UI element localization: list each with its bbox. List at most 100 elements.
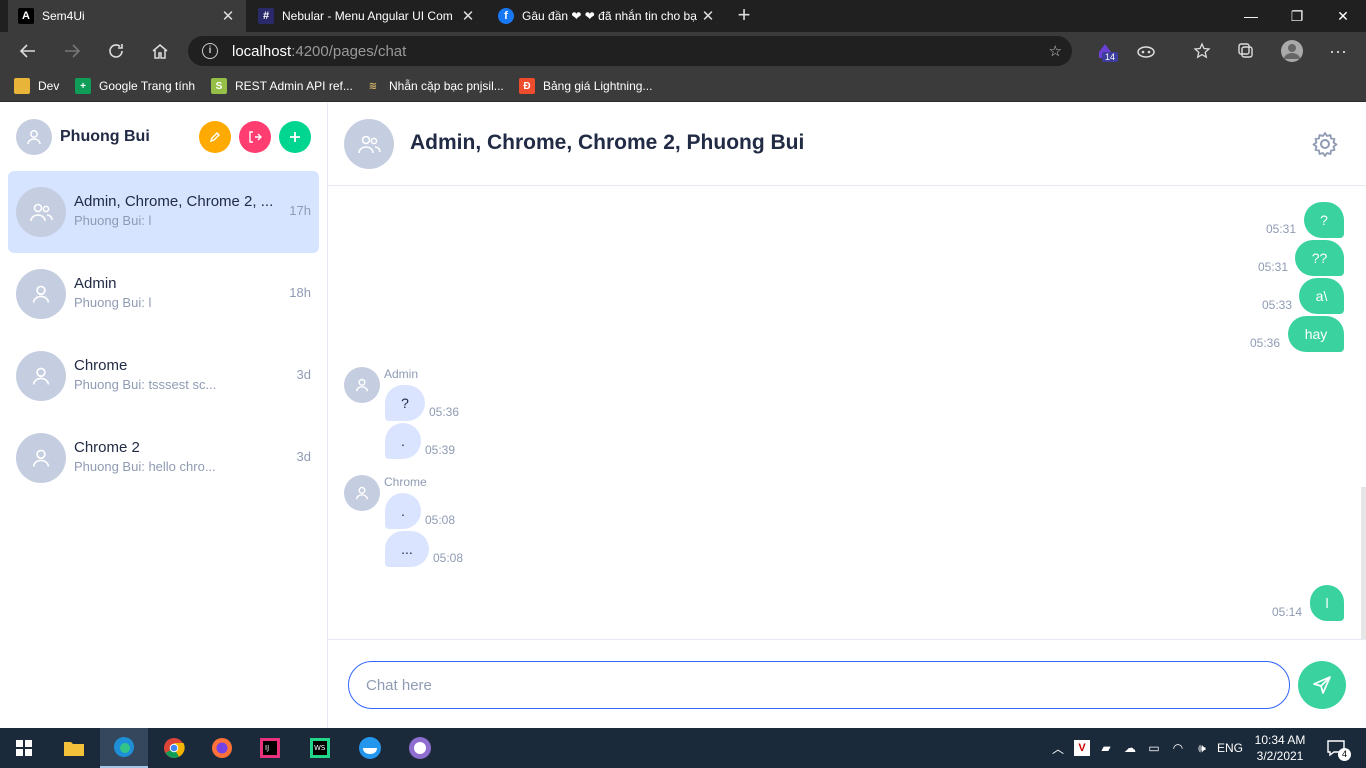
- conversation-item[interactable]: Admin, Chrome, Chrome 2, ... Phuong Bui:…: [8, 171, 319, 253]
- tray-overflow-icon[interactable]: ︿: [1048, 728, 1068, 768]
- tab-facebook[interactable]: f Gâu đần ❤ ❤ đã nhắn tin cho bạ ✕: [488, 0, 726, 32]
- shopify-icon: S: [211, 78, 227, 94]
- avatar: [16, 269, 66, 319]
- bookmark-google-sheets[interactable]: + Google Trang tính: [75, 76, 195, 96]
- tab-sem4ui[interactable]: A Sem4Ui ✕: [8, 0, 246, 32]
- cloud-game-icon: [1137, 46, 1155, 58]
- tab-nebular[interactable]: # Nebular - Menu Angular UI Com ✕: [248, 0, 486, 32]
- more-menu-button[interactable]: ···: [1324, 37, 1352, 65]
- docker-tray-icon[interactable]: ▰: [1096, 728, 1116, 768]
- onedrive-icon[interactable]: ☁: [1120, 728, 1140, 768]
- chat-title: Admin, Chrome, Chrome 2, Phuong Bui: [410, 131, 805, 154]
- angular-icon: A: [18, 8, 34, 24]
- taskbar-github-desktop[interactable]: [396, 728, 444, 768]
- chat-panel: Admin, Chrome, Chrome 2, Phuong Bui 05:3…: [328, 103, 1366, 728]
- send-icon: [1313, 676, 1331, 694]
- conversation-item[interactable]: Admin Phuong Bui: l 18h: [8, 253, 319, 335]
- tab-title: Gâu đần ❤ ❤ đã nhắn tin cho bạ: [522, 9, 697, 23]
- people-icon: [30, 203, 53, 222]
- add-favorite-icon[interactable]: ☆: [1049, 42, 1062, 60]
- incoming-message: .: [385, 423, 421, 459]
- close-icon[interactable]: ✕: [220, 7, 236, 25]
- wifi-icon[interactable]: ◠: [1168, 728, 1188, 768]
- refresh-button[interactable]: [102, 37, 130, 65]
- bookmark-label: Bảng giá Lightning...: [543, 79, 653, 93]
- intellij-icon: IJ: [260, 738, 280, 758]
- close-icon[interactable]: ✕: [460, 7, 476, 25]
- clock-date: 3/2/2021: [1256, 749, 1304, 763]
- collections-button[interactable]: [1232, 37, 1260, 65]
- favorites-button[interactable]: [1188, 37, 1216, 65]
- new-tab-button[interactable]: +: [732, 4, 756, 28]
- forward-button[interactable]: [58, 37, 86, 65]
- collections-icon: [1238, 43, 1253, 58]
- message-time: 05:08: [425, 513, 456, 527]
- info-icon[interactable]: i: [202, 43, 218, 59]
- incoming-message: ...: [385, 531, 429, 567]
- back-button[interactable]: [14, 37, 42, 65]
- refresh-icon: [109, 44, 123, 58]
- message-list[interactable]: 05:31 ? 05:31 ?? 05:33 a\ 05:36 hay Admi…: [328, 187, 1366, 639]
- bookmark-dev[interactable]: Dev: [14, 76, 59, 96]
- taskbar-file-explorer[interactable]: [50, 728, 98, 768]
- maximize-button[interactable]: ❐: [1274, 0, 1320, 32]
- bookmark-label: Dev: [38, 79, 60, 93]
- conversation-time: 3d: [296, 449, 311, 464]
- send-button[interactable]: [1298, 661, 1346, 709]
- scrollbar[interactable]: [1361, 487, 1366, 639]
- user-icon: [355, 486, 369, 500]
- conversation-list: Admin, Chrome, Chrome 2, ... Phuong Bui:…: [8, 171, 319, 499]
- tab-title: Nebular - Menu Angular UI Com: [282, 9, 453, 23]
- edit-icon: [209, 132, 220, 143]
- taskbar-firefox[interactable]: [198, 728, 246, 768]
- close-icon[interactable]: ✕: [700, 7, 716, 25]
- close-window-button[interactable]: ✕: [1320, 0, 1366, 32]
- settings-icon[interactable]: [1312, 131, 1338, 157]
- home-icon: [152, 44, 168, 59]
- taskbar-clock[interactable]: 10:34 AM 3/2/2021: [1250, 732, 1310, 764]
- gamepad-button[interactable]: [1132, 37, 1160, 65]
- bookmark-lightning[interactable]: Đ Bảng giá Lightning...: [519, 76, 652, 96]
- windows-icon: [16, 740, 32, 756]
- taskbar-edge[interactable]: [100, 728, 148, 768]
- taskbar-intellij[interactable]: IJ: [246, 728, 294, 768]
- home-button[interactable]: [146, 37, 174, 65]
- svg-text:IJ: IJ: [265, 744, 269, 752]
- firefox-icon: [212, 738, 232, 758]
- taskbar-webstorm[interactable]: WS: [296, 728, 344, 768]
- volume-icon[interactable]: 🕪: [1192, 728, 1212, 768]
- bookmark-label: REST Admin API ref...: [235, 79, 353, 93]
- add-conversation-button[interactable]: [279, 121, 311, 153]
- taskbar-docker[interactable]: [346, 728, 394, 768]
- minimize-button[interactable]: —: [1228, 0, 1274, 32]
- battery-icon[interactable]: ▭: [1144, 728, 1164, 768]
- bookmark-pnjsilver[interactable]: ≋ Nhẫn cặp bạc pnjsil...: [365, 76, 504, 96]
- bookmark-rest-admin-api[interactable]: S REST Admin API ref...: [211, 76, 353, 96]
- conversation-item[interactable]: Chrome 2 Phuong Bui: hello chro... 3d: [8, 417, 319, 499]
- user-icon: [32, 285, 50, 303]
- address-bar[interactable]: i localhost:4200/pages/chat ☆: [188, 36, 1072, 66]
- message-time: 05:31: [1258, 260, 1289, 274]
- browser-toolbar: i localhost:4200/pages/chat ☆ 14 ···: [0, 32, 1366, 70]
- notification-center[interactable]: 4: [1318, 728, 1354, 768]
- webstorm-icon: WS: [310, 738, 330, 758]
- start-button[interactable]: [0, 728, 48, 768]
- conversation-name: Admin: [74, 275, 117, 292]
- profile-button[interactable]: [1278, 37, 1306, 65]
- outgoing-message: a\: [1299, 278, 1344, 314]
- extension-button[interactable]: 14: [1092, 37, 1120, 65]
- conversation-item[interactable]: Chrome Phuong Bui: tsssest sc... 3d: [8, 335, 319, 417]
- language-indicator[interactable]: ENG: [1214, 728, 1246, 768]
- pnj-icon: ≋: [368, 80, 378, 92]
- logout-button[interactable]: [239, 121, 271, 153]
- facebook-icon: f: [498, 8, 514, 24]
- conversation-preview: Phuong Bui: l: [74, 295, 152, 310]
- taskbar-chrome[interactable]: [150, 728, 198, 768]
- chat-input[interactable]: [348, 661, 1290, 709]
- google-sheets-icon: +: [75, 78, 91, 94]
- edit-button[interactable]: [199, 121, 231, 153]
- vivaldi-tray-icon[interactable]: V: [1072, 728, 1092, 768]
- clock-time: 10:34 AM: [1254, 733, 1306, 747]
- user-icon: [32, 449, 50, 467]
- bookmark-label: Nhẫn cặp bạc pnjsil...: [389, 79, 504, 93]
